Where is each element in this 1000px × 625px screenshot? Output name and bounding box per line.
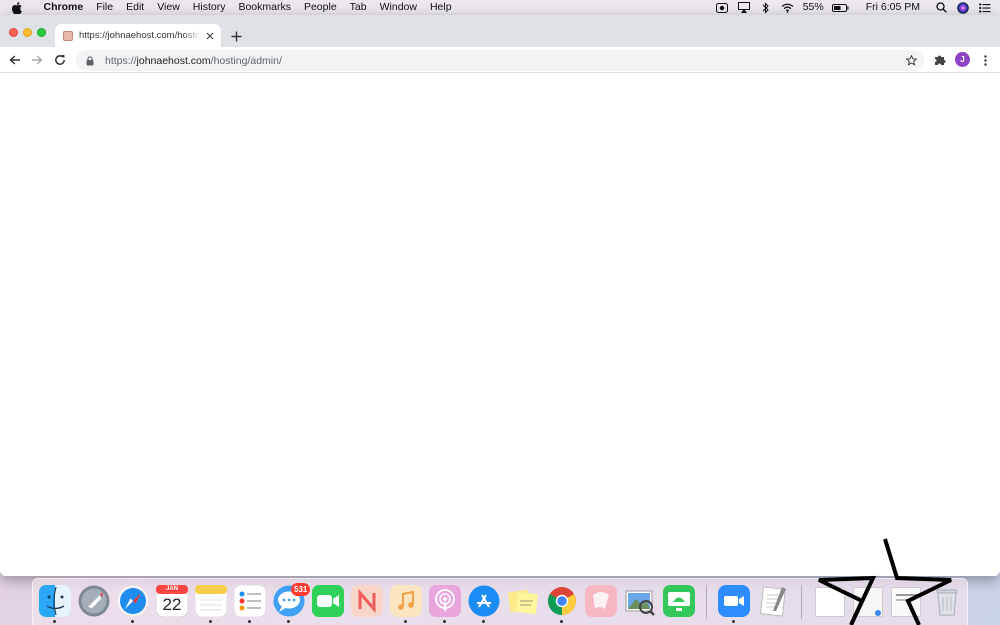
menu-bar: Chrome File Edit View History Bookmarks … [0, 0, 1000, 15]
dock-reminders-icon[interactable] [233, 584, 267, 618]
url-host: johnaehost.com [136, 54, 211, 67]
lock-icon[interactable] [85, 55, 95, 66]
menu-view[interactable]: View [151, 0, 187, 15]
url-scheme: https:// [105, 54, 137, 67]
clock[interactable]: Fri 6:05 PM [866, 0, 920, 15]
calendar-day: 22 [162, 595, 182, 614]
dock-separator-2 [801, 585, 802, 619]
dock-chrome-icon[interactable] [546, 585, 578, 617]
dock-running-indicator [560, 620, 563, 623]
menu-help[interactable]: Help [423, 0, 458, 15]
dock-podcasts-icon[interactable] [429, 585, 461, 617]
forward-arrow-icon[interactable] [29, 52, 45, 68]
battery-icon[interactable] [832, 1, 850, 15]
chrome-window: https://johnaehost.com/hosting/admin/ ht… [0, 15, 1000, 576]
dock-minimized-window-1[interactable] [815, 587, 845, 617]
airplay-icon[interactable] [737, 1, 751, 15]
menu-bookmarks[interactable]: Bookmarks [232, 0, 298, 15]
menu-window[interactable]: Window [373, 0, 423, 15]
apple-menu-icon[interactable] [12, 0, 26, 15]
dock-zoom-icon[interactable] [718, 585, 750, 617]
screen-record-icon[interactable] [715, 1, 729, 15]
dock-running-indicator [287, 620, 290, 623]
dock-calendar-icon[interactable]: JAN 22 [155, 584, 189, 618]
dock-app-store-icon[interactable] [468, 585, 500, 617]
back-arrow-icon[interactable] [7, 52, 23, 68]
dock-facetime-icon[interactable] [312, 585, 344, 617]
dock-running-indicator [482, 620, 485, 623]
tab-active[interactable]: https://johnaehost.com/hosting/admin/ [55, 24, 221, 47]
notification-center-icon[interactable] [978, 1, 992, 15]
dock-news-icon[interactable] [351, 585, 383, 617]
dock-textedit-icon[interactable] [757, 585, 789, 617]
chrome-menu-icon[interactable] [980, 53, 990, 67]
dock-finder-icon[interactable] [39, 585, 71, 617]
menu-file[interactable]: File [90, 0, 120, 15]
battery-percent[interactable]: 55% [803, 0, 824, 15]
dock-music-icon[interactable] [390, 585, 422, 617]
site-favicon-icon [63, 30, 73, 41]
calendar-month: JAN [165, 586, 178, 592]
extensions-puzzle-icon[interactable] [933, 53, 947, 67]
dock-notes-icon[interactable] [194, 584, 228, 618]
dock-preview-icon[interactable] [624, 585, 656, 617]
bluetooth-icon[interactable] [759, 1, 773, 15]
menu-tab[interactable]: Tab [343, 0, 373, 15]
dock-running-indicator [53, 620, 56, 623]
menu-history[interactable]: History [186, 0, 232, 15]
dock-stickies-icon[interactable] [507, 585, 539, 617]
messages-badge: 531 [291, 583, 311, 596]
dock-trash-icon[interactable] [931, 585, 963, 617]
dock-screen-sharing-icon[interactable] [663, 585, 695, 617]
fullscreen-window-button[interactable] [37, 28, 46, 37]
browser-toolbar: https://johnaehost.com/hosting/admin/ J [0, 47, 1000, 73]
dock-safari-icon[interactable] [117, 585, 149, 617]
dock-separator [706, 585, 707, 619]
dock-launchpad-icon[interactable] [78, 585, 110, 617]
dock-minimized-window-2[interactable] [853, 587, 883, 617]
address-bar[interactable]: https://johnaehost.com/hosting/admin/ [76, 50, 924, 71]
menu-app-name[interactable]: Chrome [37, 0, 90, 15]
dock-running-indicator [443, 620, 446, 623]
dock-running-indicator [209, 620, 212, 623]
minimize-window-button[interactable] [23, 28, 32, 37]
dock-running-indicator [131, 620, 134, 623]
new-tab-button[interactable] [229, 29, 243, 43]
dock-running-indicator [404, 620, 407, 623]
dock-running-indicator [248, 620, 251, 623]
profile-avatar[interactable]: J [955, 52, 970, 67]
siri-icon[interactable] [956, 1, 970, 15]
reload-icon[interactable] [52, 52, 68, 68]
wifi-icon[interactable] [781, 1, 795, 15]
dock-pink-app-icon[interactable] [585, 585, 617, 617]
spotlight-search-icon[interactable] [934, 1, 948, 15]
url-path: /hosting/admin/ [210, 54, 282, 67]
page-content-area[interactable] [0, 74, 1000, 576]
menu-people[interactable]: People [297, 0, 343, 15]
bookmark-star-icon[interactable] [905, 55, 917, 67]
tab-title: https://johnaehost.com/hosting/admin/ [79, 30, 201, 41]
dock-running-indicator [732, 620, 735, 623]
status-area: 55% Fri 6:05 PM [711, 0, 1000, 15]
close-tab-icon[interactable] [205, 31, 215, 41]
close-window-button[interactable] [9, 28, 18, 37]
tab-strip: https://johnaehost.com/hosting/admin/ [0, 15, 1000, 47]
dock: JAN 22 531 [32, 578, 968, 625]
url-text[interactable]: https://johnaehost.com/hosting/admin/ [105, 55, 282, 67]
dock-minimized-window-3[interactable] [891, 587, 921, 617]
menu-edit[interactable]: Edit [120, 0, 151, 15]
